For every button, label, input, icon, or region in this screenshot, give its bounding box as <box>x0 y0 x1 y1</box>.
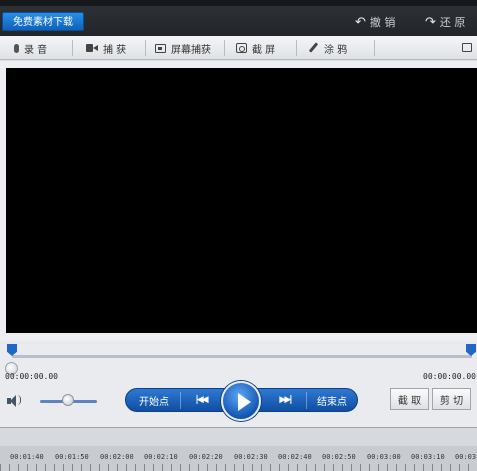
ruler-label: 00:02:40 <box>278 453 312 461</box>
screenshot-button[interactable]: 截 屏 <box>236 36 275 60</box>
toolbar-divider <box>374 40 375 56</box>
undo-arrow-icon: ↶ <box>355 14 366 30</box>
transport-divider <box>306 392 307 409</box>
toolbar-divider <box>296 40 297 56</box>
screen-capture-label: 屏幕捕获 <box>171 44 211 56</box>
ruler-ticks <box>0 464 477 471</box>
ruler-label: 00:02:10 <box>144 453 178 461</box>
title-bar: 免费素材下载 ↶ 撤 销 ↷ 还 原 <box>0 0 477 36</box>
end-time: 00:00:00.00 <box>423 372 476 381</box>
free-material-download-button[interactable]: 免费素材下载 <box>2 12 84 31</box>
ruler-label: 00:02:50 <box>322 453 356 461</box>
ruler-label: 00:01:50 <box>55 453 89 461</box>
previous-button[interactable]: |◀◀ <box>182 389 220 411</box>
ruler-label: 00:03 <box>455 453 477 461</box>
camera-capture-label: 捕 获 <box>103 44 127 56</box>
camera-icon <box>236 43 247 53</box>
ruler-label: 00:02:00 <box>100 453 134 461</box>
redo-arrow-icon: ↷ <box>425 14 436 30</box>
start-time: 00:00:00.00 <box>5 372 58 381</box>
ruler-label: 00:01:40 <box>10 453 44 461</box>
toolbar: 录 音 捕 获 屏幕捕获 截 屏 涂 鸦 <box>0 36 477 60</box>
undo-button[interactable]: ↶ 撤 销 <box>355 14 395 30</box>
toolbar-divider <box>224 40 225 56</box>
window-mode-icon[interactable] <box>462 43 472 52</box>
cut-button[interactable]: 剪 切 <box>432 388 471 410</box>
toolbar-divider <box>72 40 73 56</box>
next-button[interactable]: ▶▶| <box>266 389 304 411</box>
ruler-label: 00:03:10 <box>411 453 445 461</box>
redo-button[interactable]: ↷ 还 原 <box>425 14 465 30</box>
video-preview[interactable] <box>6 68 477 333</box>
transport-divider <box>180 392 181 409</box>
screen-icon <box>155 43 166 53</box>
start-point-button[interactable]: 开始点 <box>130 389 178 411</box>
toolbar-divider <box>145 40 146 56</box>
ruler-label: 00:02:20 <box>189 453 223 461</box>
brush-icon <box>308 43 319 54</box>
record-audio-label: 录 音 <box>24 44 48 56</box>
scrub-track[interactable] <box>12 355 472 358</box>
camera-capture-button[interactable]: 捕 获 <box>86 36 126 60</box>
volume-knob[interactable] <box>62 394 74 406</box>
skip-forward-icon: ▶▶| <box>279 395 292 405</box>
skip-back-icon: |◀◀ <box>195 395 208 405</box>
timeline-strip <box>0 428 477 446</box>
playback-controls: 开始点 |◀◀ ▶▶| 结束点 截 取 剪 切 <box>0 381 477 427</box>
brush-label: 涂 鸦 <box>324 44 348 56</box>
timeline-ruler[interactable]: 00:01:40 00:01:50 00:02:00 00:02:10 00:0… <box>0 427 477 471</box>
title-bar-top-strip <box>0 0 477 6</box>
brush-button[interactable]: 涂 鸦 <box>308 36 347 60</box>
video-camera-icon <box>86 44 98 52</box>
preview-frame <box>0 61 477 341</box>
redo-label: 还 原 <box>439 16 466 29</box>
undo-label: 撤 销 <box>369 16 396 29</box>
microphone-icon <box>14 43 19 53</box>
ruler-label: 00:03:00 <box>367 453 401 461</box>
record-audio-button[interactable]: 录 音 <box>14 36 47 60</box>
screen-capture-button[interactable]: 屏幕捕获 <box>155 36 211 60</box>
play-button[interactable] <box>221 381 261 421</box>
ruler-label: 00:02:30 <box>234 453 268 461</box>
capture-button[interactable]: 截 取 <box>390 388 429 410</box>
screenshot-label: 截 屏 <box>252 44 276 56</box>
video-editor-window: 免费素材下载 ↶ 撤 销 ↷ 还 原 录 音 捕 获 屏幕捕获 截 屏 涂 鸦 … <box>0 0 477 471</box>
end-point-button[interactable]: 结束点 <box>308 389 356 411</box>
